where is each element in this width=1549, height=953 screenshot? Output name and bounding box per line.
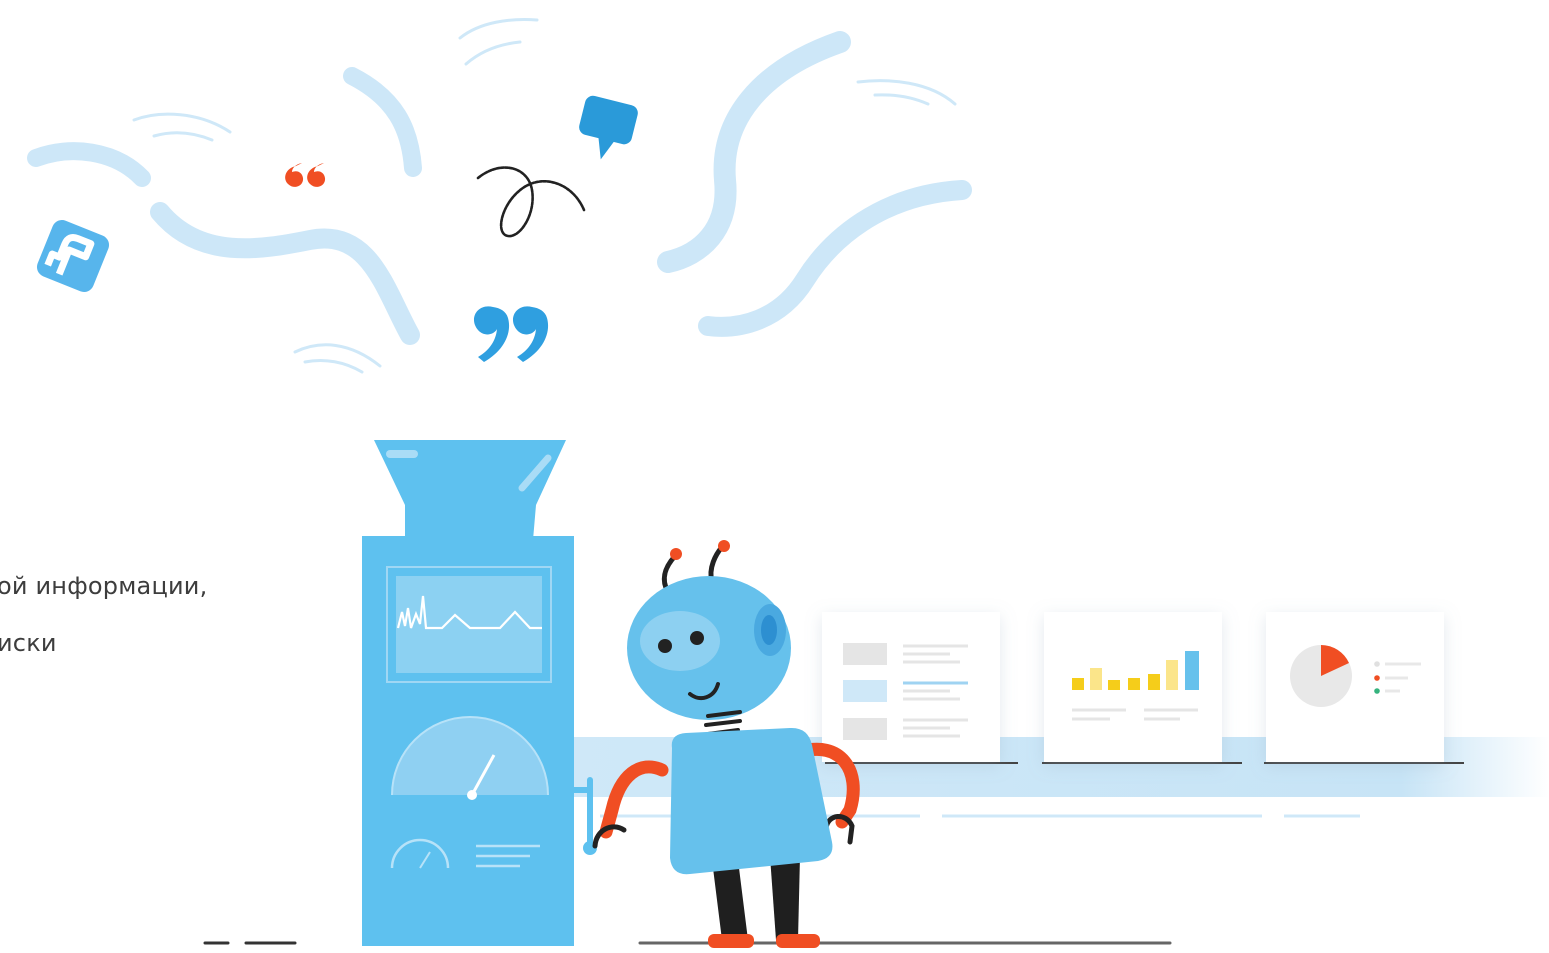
- ribbon-right-lower: [698, 180, 972, 337]
- robot-eye-left: [658, 639, 672, 653]
- closing-quote-icon: [473, 306, 549, 362]
- flying-ribbons: [27, 31, 972, 345]
- ribbon-top-center: [343, 67, 422, 177]
- opening-quote-icon: [285, 163, 326, 187]
- ribbon-left-lower: [150, 202, 420, 345]
- ribbon-right-tall: [657, 31, 851, 273]
- hero-illustration-section: ой информации, иски: [0, 0, 1549, 953]
- social-share-icon: [36, 219, 110, 293]
- scribble-icon: [476, 166, 586, 238]
- ribbon-left: [27, 142, 151, 187]
- speech-bubble-icon: [579, 95, 638, 160]
- robot-body: [670, 727, 833, 875]
- processing-machine: [362, 440, 597, 946]
- robot-machine-illustration: [27, 18, 1549, 948]
- robot-eye-right: [690, 631, 704, 645]
